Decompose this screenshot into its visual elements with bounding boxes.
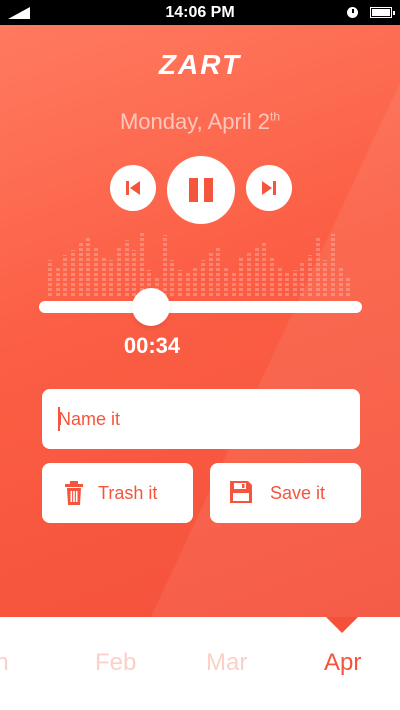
trash-icon [65, 481, 83, 505]
visualizer-bar [331, 234, 336, 296]
name-field[interactable] [42, 389, 360, 449]
visualizer-bar [86, 237, 91, 296]
visualizer-bar [300, 263, 305, 296]
alarm-icon [347, 7, 358, 18]
visualizer-bar [170, 260, 175, 296]
date-suffix: th [270, 109, 281, 124]
visualizer-bar [201, 260, 205, 296]
recording-date: Monday, April 2th [0, 109, 400, 135]
visualizer-bar [315, 238, 320, 296]
progress-track[interactable] [39, 301, 362, 313]
visualizer-bar [116, 246, 121, 296]
month-mar[interactable]: Mar [206, 649, 247, 677]
visualizer-bar [346, 276, 351, 296]
text-caret [58, 407, 60, 431]
trash-button[interactable]: Trash it [42, 463, 193, 523]
next-button[interactable] [246, 165, 292, 211]
visualizer-bar [178, 270, 183, 296]
visualizer-bar [124, 240, 129, 296]
visualizer-bar [308, 255, 313, 296]
progress-knob[interactable] [132, 288, 170, 326]
status-time: 14:06 PM [165, 4, 235, 21]
visualizer-bar [292, 270, 297, 296]
visualizer-bar [48, 260, 52, 296]
visualizer-bar [231, 271, 236, 296]
selected-month-indicator [325, 617, 359, 633]
elapsed-time: 00:34 [123, 333, 181, 358]
visualizer-bar [254, 246, 259, 296]
visualizer-bar [109, 260, 114, 296]
month-feb[interactable]: Feb [95, 649, 136, 677]
audio-visualizer [48, 230, 354, 296]
visualizer-bar [101, 256, 106, 296]
visualizer-bar [239, 256, 244, 296]
visualizer-bar [78, 243, 83, 296]
visualizer-bar [208, 253, 213, 296]
skip-previous-icon [126, 181, 140, 195]
visualizer-bar [185, 273, 190, 296]
visualizer-bar [285, 273, 290, 296]
visualizer-bar [277, 266, 282, 296]
visualizer-bar [323, 260, 328, 296]
pause-icon [189, 178, 213, 202]
recorder-panel: ZART Monday, April 2th 00:34 Name it Tra… [0, 25, 400, 617]
previous-button[interactable] [110, 165, 156, 211]
status-bar: 14:06 PM [0, 0, 400, 25]
month-apr[interactable]: Apr [324, 649, 361, 677]
visualizer-bar [132, 250, 137, 296]
visualizer-bar [63, 255, 68, 296]
visualizer-bar [338, 268, 343, 296]
visualizer-bar [93, 246, 98, 296]
skip-next-icon [262, 181, 276, 195]
visualizer-bar [70, 250, 75, 296]
visualizer-bar [223, 266, 228, 296]
visualizer-bar [162, 235, 167, 296]
visualizer-bar [139, 233, 144, 296]
pause-button[interactable] [167, 156, 235, 224]
floppy-disk-icon [230, 481, 252, 503]
visualizer-bar [193, 266, 198, 296]
visualizer-bar [216, 248, 221, 296]
trash-label: Trash it [98, 483, 158, 503]
visualizer-bar [262, 243, 267, 296]
visualizer-bar [246, 251, 251, 296]
battery-icon [370, 7, 395, 18]
month-jan[interactable]: an [0, 649, 9, 677]
visualizer-bar [55, 266, 60, 296]
visualizer-bar [269, 258, 274, 296]
app-logo: ZART [158, 49, 242, 80]
save-label: Save it [270, 483, 326, 503]
name-input[interactable] [58, 407, 348, 431]
date-text: Monday, April 2 [119, 109, 270, 134]
app-screen: 14:06 PM ZART Monday, April 2th 00:34 Na… [0, 0, 400, 710]
save-button[interactable]: Save it [210, 463, 361, 523]
month-selector: an Feb Mar Apr [0, 617, 400, 710]
